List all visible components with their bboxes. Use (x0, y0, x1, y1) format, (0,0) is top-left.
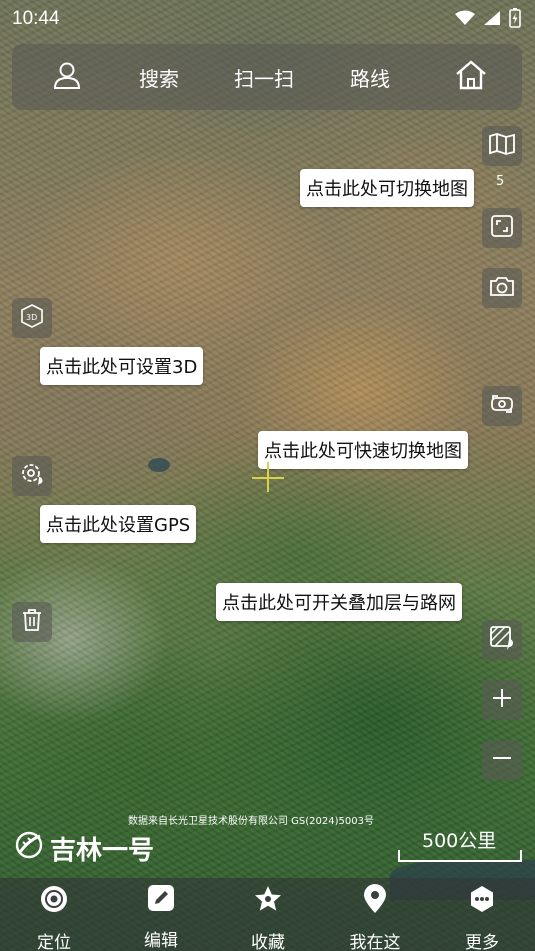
gps-button[interactable] (12, 456, 52, 496)
tooltip-set-3d: 点击此处可设置3D (40, 347, 204, 385)
layers-icon (489, 625, 515, 655)
screenshot-button[interactable] (482, 268, 522, 308)
layers-button[interactable] (482, 620, 522, 660)
tooltip-quick-switch-map: 点击此处可快速切换地图 (258, 431, 468, 469)
home-button[interactable] (454, 44, 488, 110)
route-button[interactable]: 路线 (350, 44, 390, 110)
fullscreen-icon (490, 214, 514, 242)
minus-icon (491, 747, 513, 773)
nav-more-label: 更多 (465, 933, 499, 951)
scale-bar (398, 850, 522, 862)
search-button[interactable]: 搜索 (139, 44, 179, 110)
crosshair-vertical (267, 462, 269, 492)
nav-favorites[interactable]: 收藏 (228, 878, 308, 951)
zoom-out-button[interactable] (482, 740, 522, 780)
svg-text:3D: 3D (26, 313, 37, 322)
logo-text: 吉林一号 (50, 836, 155, 866)
gps-settings-icon (19, 461, 45, 491)
camera-icon (489, 275, 515, 301)
star-icon (253, 884, 283, 914)
bottom-nav: 定位 编辑 收藏 我在这 更多 (0, 878, 535, 951)
map-attribution: 数据来自长光卫星技术股份有限公司 GS(2024)5003号 (128, 816, 374, 827)
zoom-in-button[interactable] (482, 680, 522, 720)
lake (148, 458, 170, 472)
nav-edit-label: 编辑 (144, 931, 178, 951)
nav-favorites-label: 收藏 (251, 933, 285, 951)
user-icon (52, 60, 82, 95)
user-button[interactable] (52, 44, 82, 110)
tooltip-toggle-layers: 点击此处可开关叠加层与路网 (216, 583, 462, 621)
cube-3d-icon: 3D (19, 303, 45, 333)
map-switch-button[interactable] (482, 126, 522, 166)
scan-button[interactable]: 扫一扫 (234, 44, 294, 110)
home-icon (454, 59, 488, 96)
nav-more[interactable]: 更多 (442, 878, 522, 951)
scale-label: 500公里 (422, 830, 497, 852)
quick-switch-button[interactable] (482, 386, 522, 426)
tooltip-set-gps: 点击此处设置GPS (40, 505, 197, 543)
edit-icon (146, 884, 176, 912)
status-time: 10:44 (12, 8, 60, 29)
nav-i-am-here-label: 我在这 (349, 933, 401, 951)
plus-icon (491, 687, 513, 713)
status-bar: 10:44 (0, 0, 535, 36)
tooltip-switch-map: 点击此处可切换地图 (300, 169, 474, 207)
nav-edit[interactable]: 编辑 (121, 878, 201, 951)
locate-icon (39, 884, 69, 914)
delete-button[interactable] (12, 602, 52, 642)
battery-icon (509, 8, 521, 33)
map-icon (489, 133, 515, 159)
wifi-icon (455, 10, 475, 31)
trash-icon (21, 608, 43, 636)
pin-icon (360, 884, 390, 914)
rotate-camera-icon (489, 392, 515, 420)
map-badge: 5 (496, 174, 505, 189)
nav-locate[interactable]: 定位 (14, 878, 94, 951)
top-bar: 搜索 扫一扫 路线 (12, 44, 522, 110)
jilin-1-logo: 吉林一号 (14, 830, 154, 867)
more-icon (467, 884, 497, 914)
satellite-logo-icon (14, 830, 44, 867)
status-icons (455, 8, 521, 33)
fullscreen-button[interactable] (482, 208, 522, 248)
signal-icon (483, 10, 501, 31)
nav-i-am-here[interactable]: 我在这 (335, 878, 415, 951)
3d-button[interactable]: 3D (12, 298, 52, 338)
nav-locate-label: 定位 (37, 933, 71, 951)
